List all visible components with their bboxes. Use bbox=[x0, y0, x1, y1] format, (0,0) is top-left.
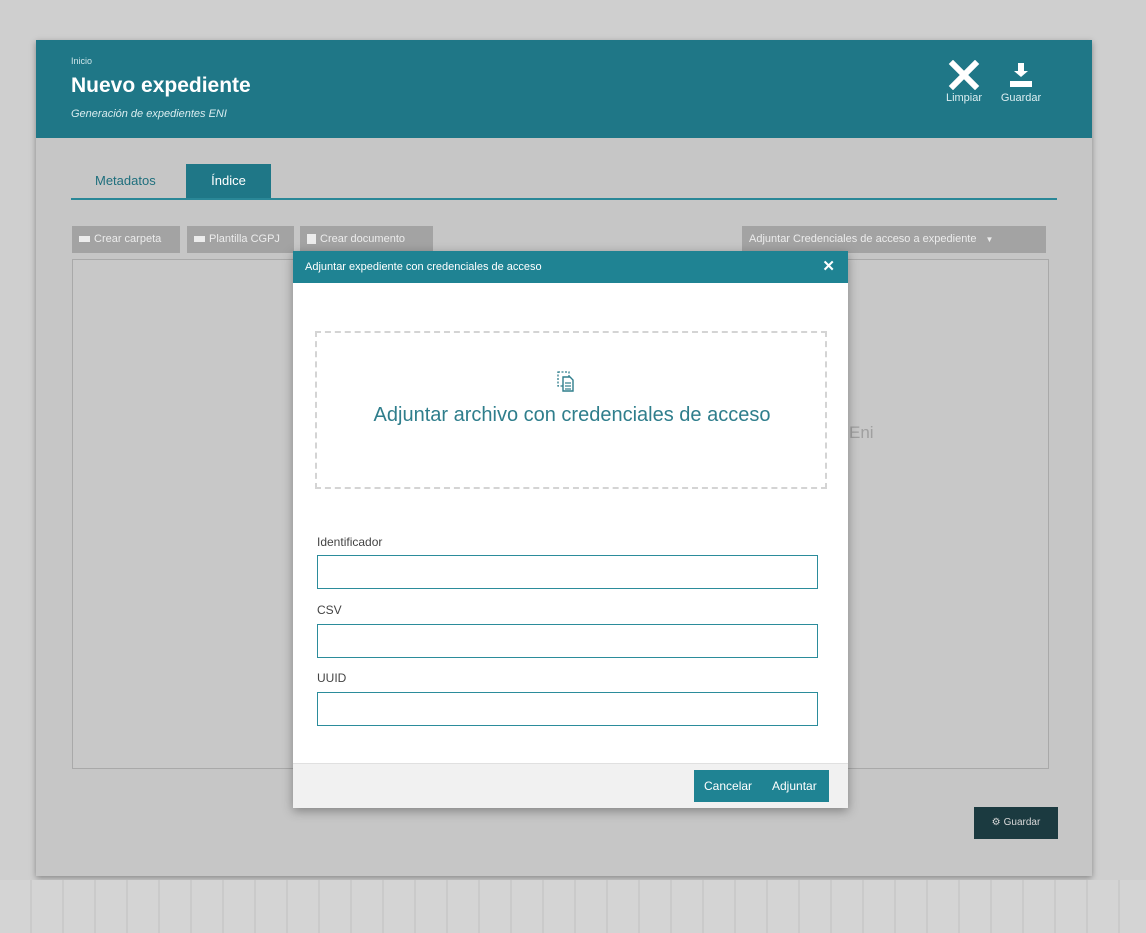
plantilla-cgpj-button[interactable]: Plantilla CGPJ bbox=[187, 226, 294, 253]
file-attach-icon bbox=[557, 371, 575, 398]
document-icon bbox=[307, 234, 316, 245]
page-title: Nuevo expediente bbox=[71, 74, 251, 97]
background-placeholder-text: Eni bbox=[849, 423, 874, 442]
adjuntar-credenciales-label: Adjuntar Credenciales de acceso a expedi… bbox=[749, 233, 977, 245]
crear-carpeta-button[interactable]: Crear carpeta bbox=[72, 226, 180, 253]
close-icon bbox=[939, 59, 989, 92]
caret-down-icon: ▼ bbox=[985, 235, 994, 244]
folder-icon bbox=[194, 236, 205, 243]
close-icon[interactable]: ✕ bbox=[822, 257, 835, 275]
adjuntar-button[interactable]: Adjuntar bbox=[772, 770, 817, 802]
breadcrumb[interactable]: Inicio bbox=[71, 56, 92, 66]
file-dropzone[interactable]: Adjuntar archivo con credenciales de acc… bbox=[315, 331, 827, 489]
uuid-input[interactable] bbox=[317, 692, 818, 726]
limpiar-label: Limpiar bbox=[945, 92, 983, 104]
uuid-label: UUID bbox=[317, 671, 347, 685]
gear-icon: ⚙ bbox=[991, 817, 1001, 828]
tab-bar: Metadatos Índice bbox=[71, 162, 1057, 200]
csv-label: CSV bbox=[317, 603, 342, 617]
adjuntar-credenciales-dropdown[interactable]: Adjuntar Credenciales de acceso a expedi… bbox=[742, 226, 1046, 253]
crear-documento-label: Crear documento bbox=[320, 233, 405, 245]
tab-metadatos[interactable]: Metadatos bbox=[87, 164, 164, 198]
folder-icon bbox=[79, 236, 90, 243]
modal-footer: Cancelar Adjuntar bbox=[293, 763, 848, 808]
attach-credentials-modal: Adjuntar expediente con credenciales de … bbox=[293, 251, 848, 808]
csv-input[interactable] bbox=[317, 624, 818, 658]
guardar-label: Guardar bbox=[1000, 92, 1042, 104]
dropzone-label: Adjuntar archivo con credenciales de acc… bbox=[373, 404, 771, 426]
modal-title: Adjuntar expediente con credenciales de … bbox=[305, 261, 542, 273]
cancel-button[interactable]: Cancelar bbox=[704, 770, 752, 802]
plantilla-label: Plantilla CGPJ bbox=[209, 233, 280, 245]
page-subtitle: Generación de expedientes ENI bbox=[71, 108, 227, 120]
guardar-bottom-label: Guardar bbox=[1003, 817, 1041, 828]
guardar-header-button[interactable]: Guardar bbox=[996, 60, 1046, 120]
guardar-bottom-button[interactable]: ⚙ Guardar bbox=[974, 807, 1058, 839]
limpiar-button[interactable]: Limpiar bbox=[939, 59, 989, 120]
modal-header: Adjuntar expediente con credenciales de … bbox=[293, 251, 848, 283]
modal-actions: Cancelar Adjuntar bbox=[694, 770, 829, 802]
background-strip bbox=[0, 880, 1146, 933]
crear-carpeta-label: Crear carpeta bbox=[94, 233, 162, 245]
identificador-input[interactable] bbox=[317, 555, 818, 589]
page-header: Inicio Nuevo expediente Generación de ex… bbox=[36, 40, 1092, 138]
crear-documento-button[interactable]: Crear documento bbox=[300, 226, 433, 253]
identificador-label: Identificador bbox=[317, 535, 383, 549]
download-icon bbox=[996, 60, 1046, 92]
tab-indice[interactable]: Índice bbox=[186, 164, 271, 198]
